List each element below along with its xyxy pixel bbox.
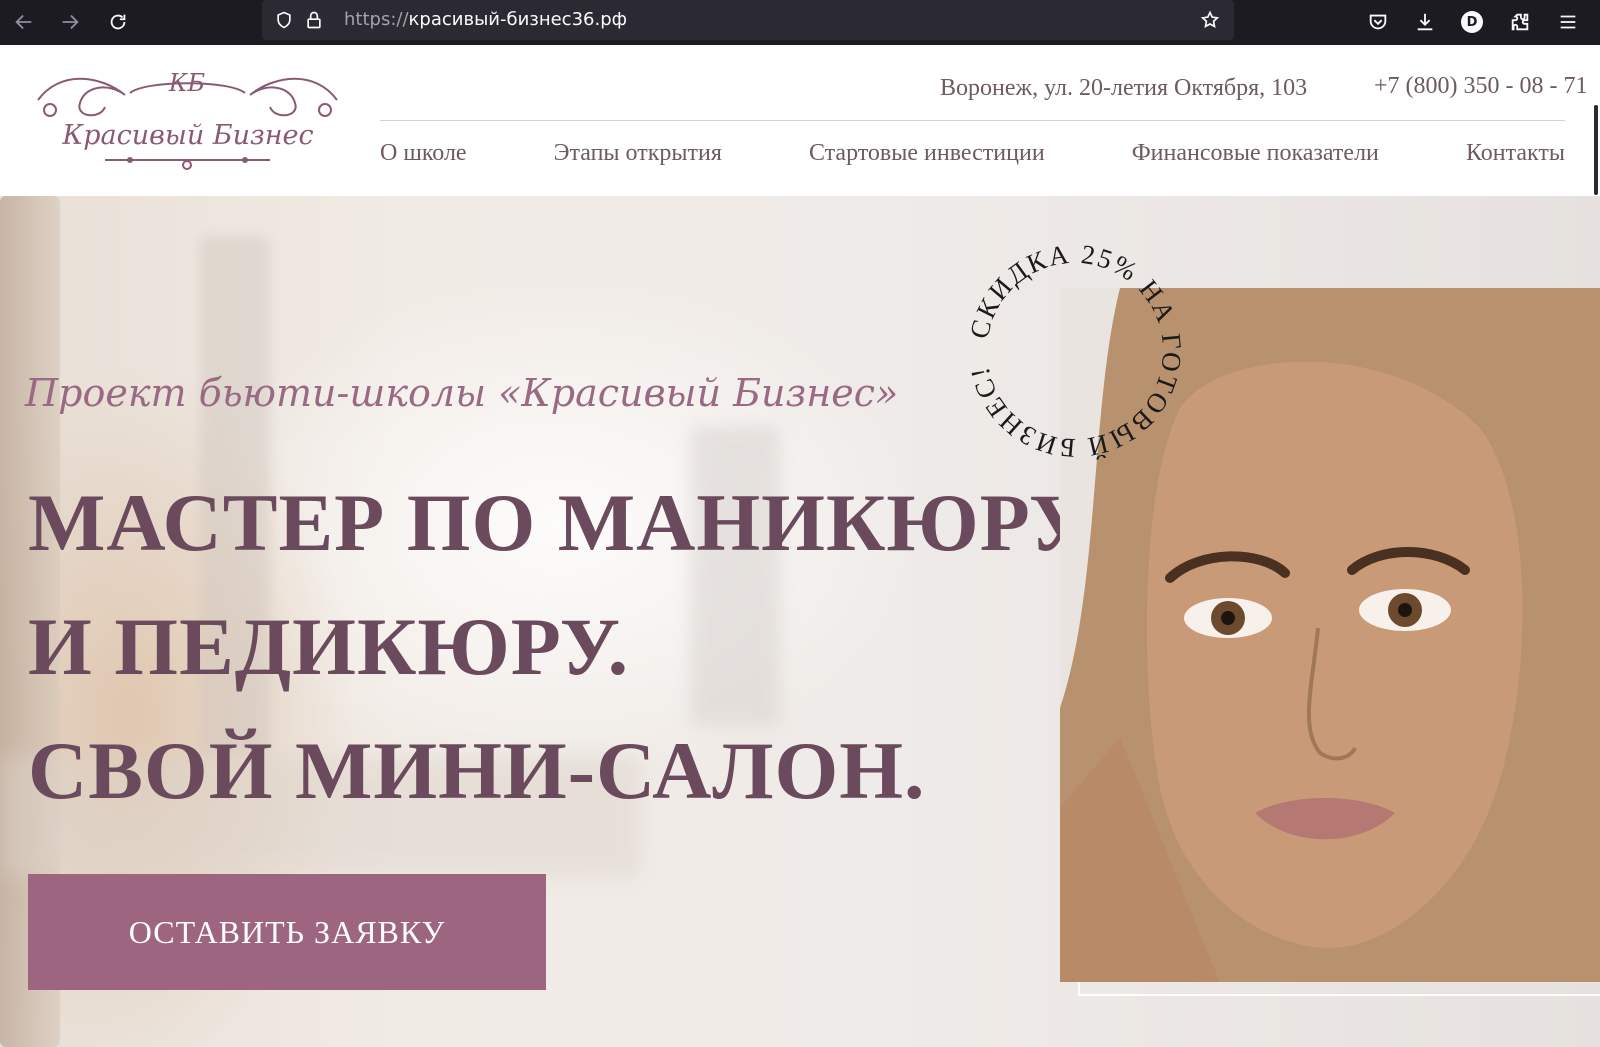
nav-item-stages[interactable]: Этапы открытия — [554, 140, 722, 180]
back-icon[interactable] — [8, 6, 40, 38]
address-bar[interactable]: https://красивый-бизнес36.рф — [262, 0, 1234, 40]
site-logo[interactable]: КБ Красивый Бизнес — [30, 65, 345, 180]
shield-icon[interactable] — [272, 8, 296, 32]
discount-badge-text: СКИДКА 25% НА ГОТОВЫЙ БИЗНЕС! — [964, 239, 1186, 464]
nav-item-finance[interactable]: Финансовые показатели — [1132, 140, 1379, 180]
browser-toolbar: https://красивый-бизнес36.рф D — [0, 0, 1600, 45]
star-icon[interactable] — [1198, 8, 1222, 32]
address-text: Воронеж, ул. 20-летия Октября, 103 — [940, 75, 1308, 101]
reload-icon[interactable] — [102, 6, 134, 38]
hero-title-line: МАСТЕР ПО МАНИКЮРУ — [28, 477, 1090, 568]
nav-item-investments[interactable]: Стартовые инвестиции — [809, 140, 1045, 180]
hero-title: МАСТЕР ПО МАНИКЮРУ И ПЕДИКЮРУ. СВОЙ МИНИ… — [28, 461, 1090, 833]
menu-icon[interactable] — [1552, 6, 1584, 38]
nav-item-about[interactable]: О школе — [380, 140, 467, 180]
leave-request-button[interactable]: ОСТАВИТЬ ЗАЯВКУ — [28, 874, 546, 990]
logo-monogram: КБ — [168, 69, 206, 97]
phone-link[interactable]: +7 (800) 350 - 08 - 71 — [1374, 73, 1588, 100]
download-icon[interactable] — [1409, 6, 1441, 38]
url-host: красивый-бизнес36.рф — [408, 9, 628, 30]
lock-icon[interactable] — [302, 8, 326, 32]
discount-badge: СКИДКА 25% НА ГОТОВЫЙ БИЗНЕС! — [960, 236, 1190, 466]
forward-icon[interactable] — [54, 6, 86, 38]
url-text[interactable]: https://красивый-бизнес36.рф — [344, 9, 627, 30]
header-divider — [380, 120, 1565, 121]
logo-text: Красивый Бизнес — [62, 120, 314, 151]
hero-section: Проект бьюти-школы «Красивый Бизнес» МАС… — [0, 196, 1600, 1047]
profile-initial: D — [1461, 11, 1483, 33]
profile-avatar[interactable]: D — [1456, 6, 1488, 38]
extensions-icon[interactable] — [1504, 6, 1536, 38]
svg-text:СКИДКА 25% НА ГОТОВЫЙ БИЗНЕС!: СКИДКА 25% НА ГОТОВЫЙ БИЗНЕС! — [964, 239, 1188, 464]
main-nav: О школе Этапы открытия Стартовые инвести… — [380, 140, 1565, 180]
nav-item-contacts[interactable]: Контакты — [1466, 140, 1565, 180]
pocket-icon[interactable] — [1362, 6, 1394, 38]
hero-title-line: СВОЙ МИНИ-САЛОН. — [28, 725, 926, 816]
hero-subtitle: Проект бьюти-школы «Красивый Бизнес» — [25, 371, 899, 415]
hero-title-line: И ПЕДИКЮРУ. — [28, 601, 630, 692]
site-header: КБ Красивый Бизнес Воронеж, ул. 20-летия… — [0, 45, 1600, 196]
scrollbar-thumb[interactable] — [1594, 105, 1598, 195]
url-scheme: https:// — [344, 9, 409, 30]
